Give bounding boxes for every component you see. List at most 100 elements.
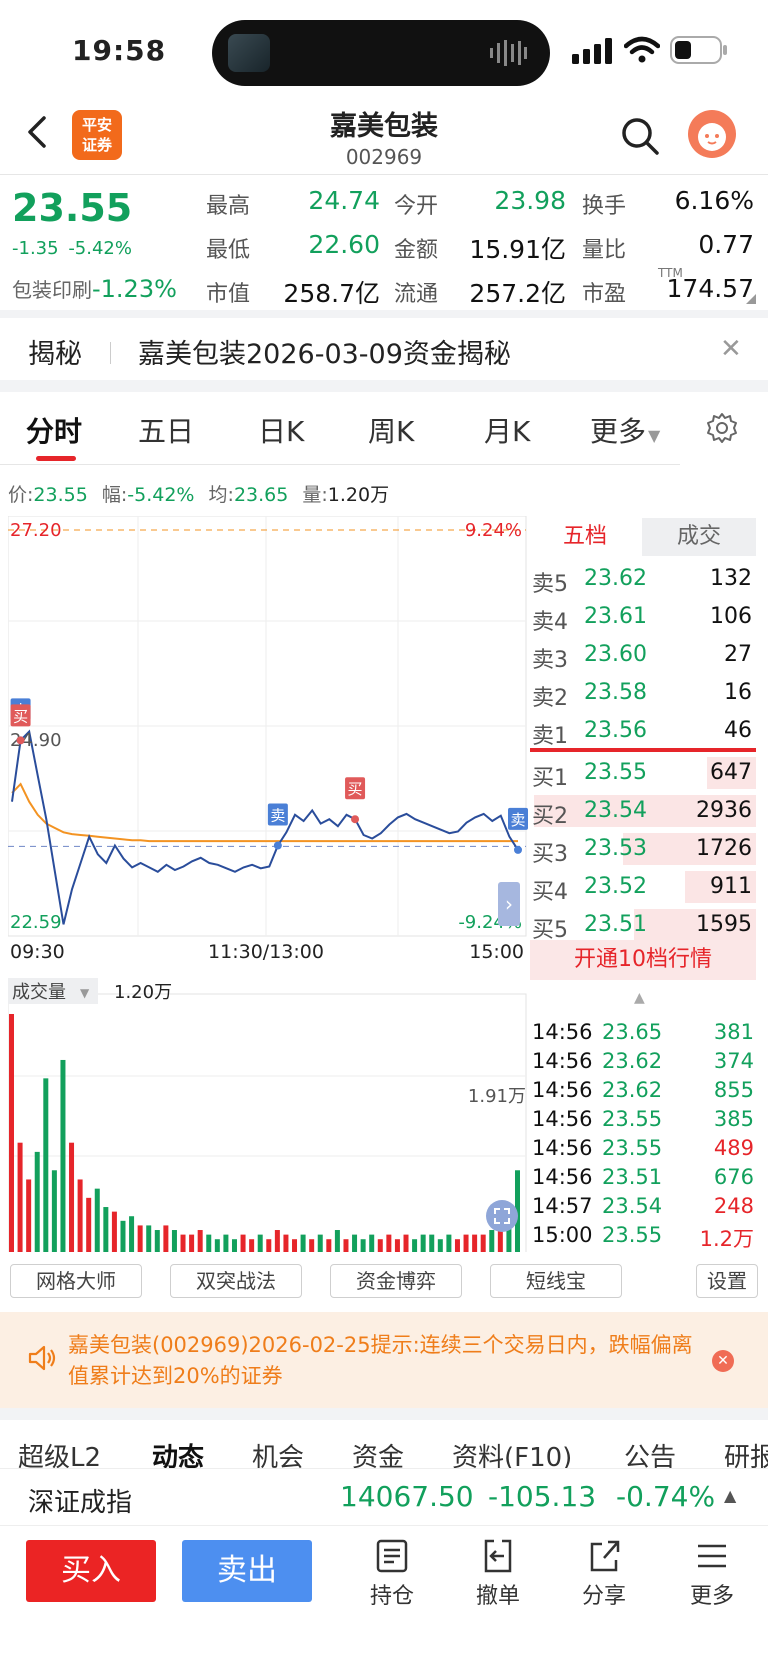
status-time: 19:58 xyxy=(72,34,167,67)
quote-label: 市值 xyxy=(206,282,251,307)
bid-volume: 911 xyxy=(710,874,752,899)
volume-max-label: 1.91万 xyxy=(468,1086,526,1107)
tab-five-day[interactable]: 五日 xyxy=(138,410,194,450)
volume-bar xyxy=(60,1059,66,1253)
ask-price: 23.56 xyxy=(584,718,647,743)
intraday-chart[interactable]: 27.20 9.24%22.59 -9.24%24.9009:30 11:30/13:… xyxy=(8,516,528,1256)
more-icon xyxy=(698,1544,726,1568)
tab-trades[interactable]: 成交 xyxy=(642,518,756,556)
volume-bar xyxy=(77,1179,83,1253)
volume-bar xyxy=(420,1234,426,1253)
x-axis-start-label: 09:30 xyxy=(10,941,65,963)
bid-row[interactable]: 买5 23.51 1595 xyxy=(530,906,756,944)
chevron-down-icon: ▼ xyxy=(648,426,661,445)
quote-label: 最高 xyxy=(206,194,251,219)
chart-labels: 27.20 9.24%22.59 -9.24%24.9009:30 11:30/13:… xyxy=(8,520,526,1107)
cellular-signal-icon xyxy=(572,38,612,64)
reveal-close-icon[interactable]: ✕ xyxy=(720,334,742,364)
volume-bar xyxy=(480,1234,486,1253)
volume-bar xyxy=(274,1230,280,1253)
search-icon[interactable] xyxy=(620,116,660,156)
avatar-icon[interactable] xyxy=(688,110,736,158)
tool-double-break[interactable]: 双突战法 xyxy=(170,1264,302,1298)
tick-row: 14:56 23.65 381 xyxy=(532,1020,756,1049)
volume-bar xyxy=(334,1230,340,1253)
volume-bar xyxy=(34,1151,40,1253)
bid-label: 买1 xyxy=(532,766,568,791)
ask-price: 23.60 xyxy=(584,642,647,667)
expand-icon[interactable]: › xyxy=(498,882,520,926)
notice-close-icon[interactable]: ✕ xyxy=(712,1350,734,1372)
bid-price: 23.52 xyxy=(584,874,647,899)
position-button[interactable]: 持仓 xyxy=(352,1538,432,1610)
volume-bar xyxy=(326,1239,332,1253)
cancel-order-button[interactable]: 撤单 xyxy=(458,1538,538,1610)
industry-change[interactable]: 包装印刷-1.23% xyxy=(12,274,177,303)
bid-row[interactable]: 买1 23.55 647 xyxy=(530,754,756,792)
tab-intraday[interactable]: 分时 xyxy=(26,410,82,450)
reveal-text[interactable]: 嘉美包装2026-03-09资金揭秘 xyxy=(138,332,511,371)
tick-price: 23.54 xyxy=(602,1194,663,1218)
volume-bar xyxy=(283,1234,289,1253)
ask-row[interactable]: 卖2 23.58 16 xyxy=(530,674,756,712)
expand-up-icon[interactable]: ▲ xyxy=(724,1486,736,1505)
tool-settings[interactable]: 设置 xyxy=(696,1264,758,1298)
sell-point xyxy=(273,841,282,850)
share-button[interactable]: 分享 xyxy=(564,1538,644,1610)
tab-order-book[interactable]: 五档 xyxy=(528,518,642,556)
volume-bar xyxy=(206,1234,212,1253)
ask-label: 卖5 xyxy=(532,572,568,597)
upgrade-level10-button[interactable]: 开通10档行情 xyxy=(530,940,756,980)
volume-bar xyxy=(317,1234,323,1253)
quote-value: 22.60 xyxy=(308,230,380,259)
tick-time: 14:56 xyxy=(532,1049,593,1073)
ask-volume: 132 xyxy=(710,566,752,591)
volume-bar xyxy=(86,1197,92,1253)
bid-row[interactable]: 买3 23.53 1726 xyxy=(530,830,756,868)
volume-bar xyxy=(154,1230,160,1253)
corner-triangle-icon xyxy=(746,294,756,304)
info-vol-label: 量: xyxy=(302,484,328,506)
tick-volume: 381 xyxy=(713,1020,754,1044)
volume-bar xyxy=(103,1207,109,1253)
collapse-up-icon[interactable]: ▲ xyxy=(634,990,645,1006)
y-axis-bottom-label: 22.59 xyxy=(10,912,62,933)
bid-row[interactable]: 买4 23.52 911 xyxy=(530,868,756,906)
more-button[interactable]: 更多 xyxy=(672,1538,752,1610)
fullscreen-icon[interactable] xyxy=(486,1200,518,1232)
ask-price: 23.62 xyxy=(584,566,647,591)
tool-grid-master[interactable]: 网格大师 xyxy=(10,1264,142,1298)
buy-button[interactable]: 买入 xyxy=(26,1540,156,1602)
volume-bar xyxy=(309,1239,315,1253)
ask-row[interactable]: 卖4 23.61 106 xyxy=(530,598,756,636)
price-change: -1.35 -5.42% xyxy=(12,238,132,259)
ask-row[interactable]: 卖5 23.62 132 xyxy=(530,560,756,598)
ask-volume: 16 xyxy=(724,680,752,705)
tool-fund-game[interactable]: 资金博弈 xyxy=(330,1264,462,1298)
quote-label: 金额 xyxy=(394,238,439,263)
tab-week-k[interactable]: 周K xyxy=(368,410,414,450)
volume-bar xyxy=(146,1225,152,1253)
tool-short-line[interactable]: 短线宝 xyxy=(490,1264,622,1298)
bid-row[interactable]: 买2 23.54 2936 xyxy=(530,792,756,830)
ask-row[interactable]: 卖1 23.56 46 xyxy=(530,712,756,750)
tick-volume: 676 xyxy=(713,1165,754,1189)
index-name: 深证成指 xyxy=(28,1488,133,1518)
tick-time: 15:00 xyxy=(532,1223,593,1247)
tab-more[interactable]: 更多 ▼ xyxy=(590,410,660,450)
ask-row[interactable]: 卖3 23.60 27 xyxy=(530,636,756,674)
sell-button[interactable]: 卖出 xyxy=(182,1540,312,1602)
notice-text[interactable]: 嘉美包装(002969)2026-02-25提示:连续三个交易日内，跌幅偏离值累… xyxy=(68,1330,708,1392)
ask-label: 卖2 xyxy=(532,686,568,711)
volume-bar xyxy=(26,1179,32,1253)
volume-selector-label: 成交量 xyxy=(12,982,66,1003)
current-price: 23.55 xyxy=(12,186,133,230)
settings-icon[interactable] xyxy=(706,412,738,444)
quote-value: 258.7亿 xyxy=(283,279,380,308)
ask-volume: 27 xyxy=(724,642,752,667)
volume-bar xyxy=(386,1234,392,1253)
tab-day-k[interactable]: 日K xyxy=(258,410,304,450)
volume-bar xyxy=(137,1225,143,1253)
tab-month-k[interactable]: 月K xyxy=(484,410,530,450)
tick-volume: 385 xyxy=(713,1107,754,1131)
